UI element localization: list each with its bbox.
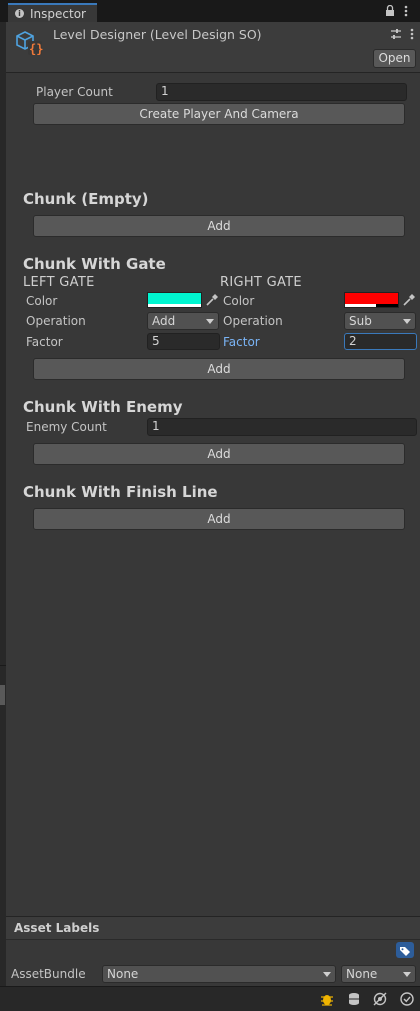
right-operation-dropdown[interactable]: Sub [344,312,416,330]
left-operation-value: Add [152,314,176,328]
left-factor-field[interactable]: 5 [147,333,220,350]
chevron-down-icon [403,972,411,977]
svg-text:{}: {} [29,42,43,56]
right-color-label: Color [223,294,255,308]
asset-bundle-dropdown[interactable]: None [102,965,336,983]
left-panel-handle [0,685,5,705]
right-gate-heading: RIGHT GATE [220,275,302,290]
right-operation-label: Operation [223,314,283,328]
enemy-count-field[interactable]: 1 [147,418,417,436]
scriptable-object-icon: {} [16,31,43,56]
left-gate-heading: LEFT GATE [23,275,95,290]
cache-server-icon[interactable] [347,992,361,1006]
tab-inspector-label: Inspector [30,7,86,21]
chunk-enemy-add-button[interactable]: Add [33,443,405,465]
chevron-down-icon [403,319,411,324]
right-operation-value: Sub [349,314,372,328]
debug-bug-icon[interactable] [320,992,334,1006]
left-panel-edge [0,22,6,1010]
chunk-empty-add-button[interactable]: Add [33,215,405,237]
info-icon: i [15,9,24,18]
auto-generate-lighting-icon[interactable] [373,992,388,1006]
chunk-empty-title: Chunk (Empty) [23,190,149,208]
create-player-camera-button[interactable]: Create Player And Camera [33,103,405,125]
asset-labels-title: Asset Labels [14,921,100,935]
tab-inspector[interactable]: i Inspector [8,3,97,22]
lock-icon[interactable] [385,5,395,17]
left-operation-label: Operation [26,314,86,328]
left-factor-label: Factor [26,335,63,349]
right-factor-field[interactable]: 2 [344,333,417,350]
enemy-count-label: Enemy Count [26,420,107,434]
chevron-down-icon [323,972,331,977]
header-kebab-icon[interactable] [410,28,414,40]
status-bar [0,986,420,1011]
chevron-down-icon [206,319,214,324]
left-color-swatch[interactable] [147,292,202,308]
player-count-field[interactable]: 1 [156,83,407,101]
left-eyedropper-icon[interactable] [205,293,219,307]
left-color-label: Color [26,294,58,308]
header-title: Level Designer (Level Design SO) [53,27,262,42]
chunk-finish-title: Chunk With Finish Line [23,483,218,501]
open-button[interactable]: Open [373,49,416,68]
inspector-header: {} Level Designer (Level Design SO) Open [6,22,420,73]
right-color-swatch[interactable] [344,292,399,308]
chunk-gate-add-button[interactable]: Add [33,358,405,380]
check-circle-icon[interactable] [400,992,414,1006]
asset-bundle-label: AssetBundle [11,967,86,981]
asset-variant-value: None [346,967,378,981]
chunk-gate-title: Chunk With Gate [23,255,166,273]
preset-icon[interactable] [390,28,402,40]
asset-bundle-value: None [107,967,139,981]
right-eyedropper-icon[interactable] [402,293,416,307]
asset-variant-dropdown[interactable]: None [341,965,416,983]
left-operation-dropdown[interactable]: Add [147,312,219,330]
tab-bar: i Inspector [0,0,420,22]
chunk-enemy-title: Chunk With Enemy [23,398,183,416]
left-panel-divider [0,665,6,666]
right-factor-label: Factor [223,335,260,349]
label-tag-icon[interactable] [396,942,414,958]
kebab-menu-icon[interactable] [404,5,408,17]
asset-labels-header[interactable]: Asset Labels [6,916,420,940]
chunk-finish-add-button[interactable]: Add [33,508,405,530]
player-count-label: Player Count [36,85,113,99]
